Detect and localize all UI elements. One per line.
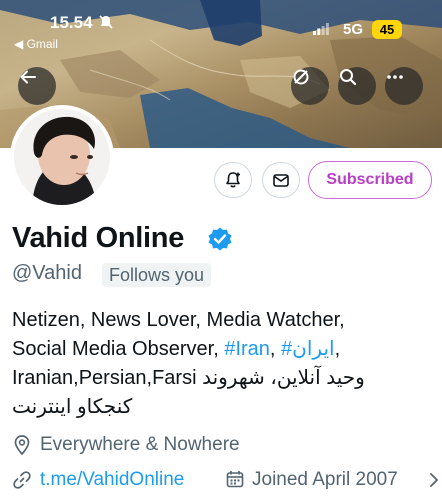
bio-line: Social Media Observer, #Iran, ایران#, bbox=[12, 335, 432, 364]
back-button[interactable] bbox=[18, 67, 56, 105]
notifications-button[interactable] bbox=[214, 162, 252, 198]
network-type: 5G bbox=[343, 21, 364, 38]
location-pin-icon bbox=[12, 434, 32, 461]
calendar-icon bbox=[225, 469, 245, 494]
message-button[interactable] bbox=[262, 162, 300, 198]
bio-line: کنجکاو اینترنت bbox=[12, 396, 133, 418]
bell-plus-icon bbox=[226, 172, 240, 188]
search-icon bbox=[340, 69, 357, 86]
grok-button[interactable] bbox=[291, 67, 329, 105]
hashtag-iran[interactable]: #Iran bbox=[224, 338, 270, 360]
back-to-app-link[interactable]: ◀ Gmail bbox=[14, 37, 58, 51]
link-icon bbox=[12, 470, 32, 495]
avatar-photo bbox=[14, 109, 110, 205]
envelope-icon bbox=[273, 174, 289, 187]
joined-date: Joined April 2007 bbox=[252, 469, 398, 490]
chevron-right-icon[interactable] bbox=[428, 471, 440, 494]
profile-bio: Netizen, News Lover, Media Watcher, Soci… bbox=[12, 306, 432, 422]
more-options-button[interactable] bbox=[385, 67, 423, 105]
verified-badge-icon bbox=[207, 226, 233, 257]
profile-location: Everywhere & Nowhere bbox=[40, 434, 240, 455]
bio-text-end: , bbox=[334, 338, 341, 360]
display-name: Vahid Online bbox=[12, 222, 185, 254]
profile-website-link[interactable]: t.me/VahidOnline bbox=[40, 469, 184, 491]
bio-text: Social Media Observer, bbox=[12, 338, 225, 360]
battery-indicator: 45 bbox=[372, 20, 402, 39]
bio-line: Netizen, News Lover, Media Watcher, bbox=[12, 309, 345, 331]
grok-icon bbox=[293, 69, 309, 85]
follows-you-badge: Follows you bbox=[102, 263, 212, 287]
search-button[interactable] bbox=[338, 67, 376, 105]
user-handle: @Vahid bbox=[12, 262, 82, 284]
subscribed-button[interactable]: Subscribed bbox=[308, 161, 432, 199]
status-time: 15.54 bbox=[50, 13, 93, 32]
hashtag-iran-fa[interactable]: ایران# bbox=[281, 338, 335, 360]
arrow-left-icon bbox=[20, 70, 36, 84]
avatar[interactable] bbox=[10, 105, 114, 209]
bio-line: Iranian,Persian,Farsi وحید آنلاین، شهرون… bbox=[12, 367, 365, 389]
bio-separator: , bbox=[269, 338, 282, 360]
more-horizontal-icon bbox=[387, 75, 403, 79]
